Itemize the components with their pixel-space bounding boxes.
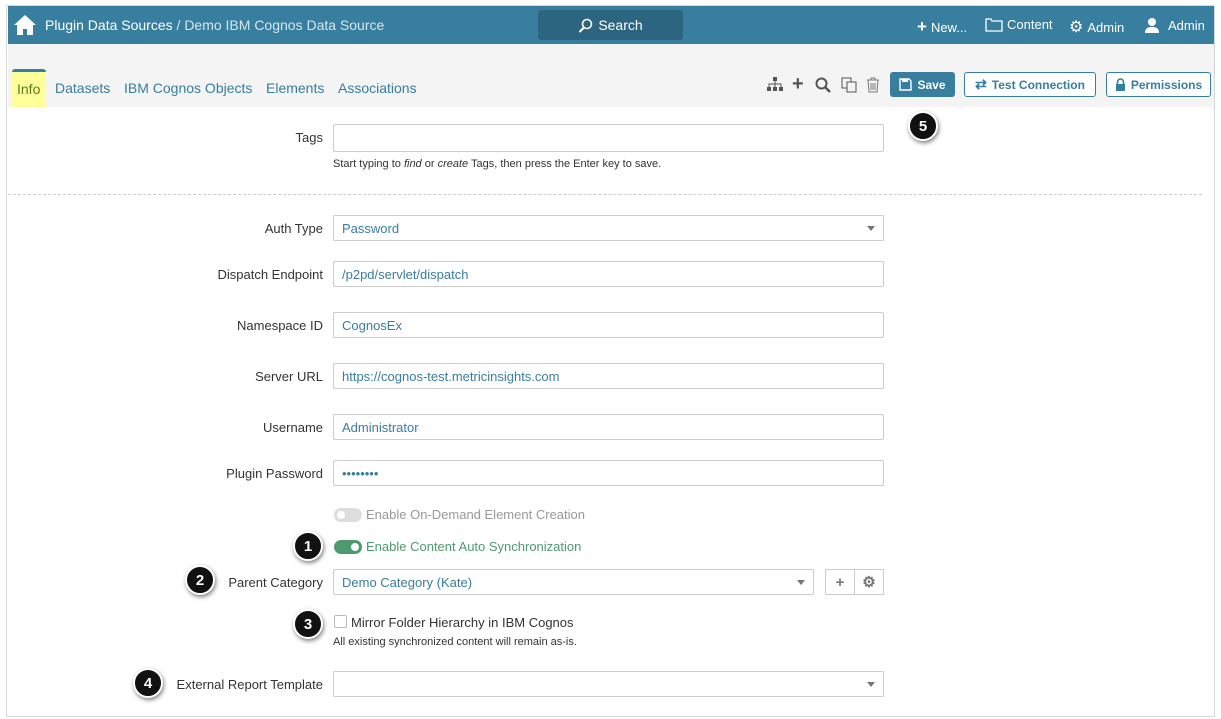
search-icon[interactable] [815, 77, 831, 98]
plus-icon: + [917, 17, 927, 36]
tab-info[interactable]: Info [12, 69, 46, 107]
namespace-id-input[interactable]: CognosEx [333, 312, 884, 338]
test-connection-button[interactable]: ⇄ Test Connection [964, 72, 1096, 97]
test-connection-label: Test Connection [991, 77, 1085, 92]
search-icon [579, 18, 593, 33]
callout-badge-4: 4 [133, 668, 163, 698]
plugin-password-label: Plugin Password [226, 466, 323, 481]
content-label: Content [1007, 17, 1053, 32]
tags-input[interactable] [333, 124, 884, 152]
server-url-label: Server URL [255, 369, 323, 384]
auto-sync-label: Enable Content Auto Synchronization [366, 539, 582, 554]
callout-badge-5: 5 [908, 111, 938, 141]
user-menu[interactable]: Admin [1144, 17, 1205, 33]
username-input[interactable]: Administrator [333, 414, 884, 440]
lock-icon [1115, 78, 1125, 91]
save-button[interactable]: Save [890, 72, 955, 97]
add-category-button[interactable]: + [825, 569, 855, 595]
tab-associations[interactable]: Associations [338, 80, 417, 96]
parent-category-value: Demo Category (Kate) [342, 575, 473, 590]
permissions-label: Permissions [1130, 77, 1203, 92]
tags-help: Start typing to find or create Tags, the… [333, 158, 662, 170]
content-button[interactable]: Content [985, 17, 1053, 32]
callout-badge-1: 1 [293, 531, 323, 561]
search-label: Search [598, 17, 643, 33]
folder-icon [985, 18, 1003, 32]
auth-type-value: Password [342, 221, 400, 236]
window-frame [6, 5, 1215, 717]
breadcrumb: Plugin Data Sources / Demo IBM Cognos Da… [45, 17, 384, 33]
hierarchy-icon[interactable] [767, 77, 783, 96]
mirror-folder-help: All existing synchronized content will r… [333, 636, 577, 648]
username-label: Username [263, 420, 323, 435]
mirror-folder-checkbox[interactable] [334, 615, 347, 628]
add-icon[interactable]: + [792, 73, 804, 96]
mirror-folder-label: Mirror Folder Hierarchy in IBM Cognos [351, 615, 574, 630]
permissions-button[interactable]: Permissions [1106, 72, 1211, 97]
on-demand-label: Enable On-Demand Element Creation [366, 507, 585, 522]
on-demand-toggle[interactable] [334, 508, 362, 522]
admin-button[interactable]: ⚙ Admin [1069, 17, 1124, 37]
auto-sync-toggle[interactable] [334, 540, 362, 554]
plus-icon: + [835, 573, 845, 591]
swap-arrows-icon: ⇄ [975, 76, 987, 92]
new-button[interactable]: + New... [917, 17, 967, 37]
auth-type-select[interactable]: Password [333, 215, 884, 241]
chevron-down-icon [867, 226, 875, 231]
tab-ibm-cognos-objects[interactable]: IBM Cognos Objects [124, 80, 252, 96]
dispatch-endpoint-label: Dispatch Endpoint [217, 267, 323, 282]
callout-badge-2: 2 [185, 565, 215, 595]
trash-icon[interactable] [866, 77, 880, 98]
search-button[interactable]: Search [538, 10, 683, 40]
breadcrumb-separator: / [172, 17, 185, 33]
plugin-password-input[interactable]: •••••••• [333, 460, 884, 486]
tab-elements[interactable]: Elements [266, 80, 324, 96]
gear-icon: ⚙ [862, 574, 876, 591]
external-report-template-label: External Report Template [176, 677, 323, 692]
server-url-input[interactable]: https://cognos-test.metricinsights.com [333, 363, 884, 389]
chevron-down-icon [867, 682, 875, 687]
breadcrumb-root[interactable]: Plugin Data Sources [45, 17, 173, 33]
auth-type-label: Auth Type [264, 221, 323, 236]
save-icon [899, 78, 913, 91]
home-icon[interactable] [13, 14, 37, 39]
parent-category-label: Parent Category [228, 575, 323, 590]
tab-datasets[interactable]: Datasets [55, 80, 110, 96]
tags-label: Tags [295, 130, 323, 145]
new-label: New... [930, 19, 968, 35]
user-label: Admin [1168, 17, 1205, 33]
copy-icon[interactable] [841, 77, 857, 98]
gear-icon: ⚙ [1069, 19, 1084, 36]
category-settings-button[interactable]: ⚙ [854, 569, 884, 595]
user-icon [1145, 18, 1159, 33]
dispatch-endpoint-input[interactable]: /p2pd/servlet/dispatch [333, 261, 884, 287]
namespace-id-label: Namespace ID [237, 318, 323, 333]
callout-badge-3: 3 [293, 609, 323, 639]
save-label: Save [917, 77, 946, 92]
parent-category-select[interactable]: Demo Category (Kate) [333, 569, 814, 595]
external-report-template-select[interactable] [333, 671, 884, 697]
chevron-down-icon [797, 580, 805, 585]
top-header: Plugin Data Sources / Demo IBM Cognos Da… [8, 6, 1214, 44]
breadcrumb-current: Demo IBM Cognos Data Source [184, 17, 385, 33]
section-divider [8, 194, 1202, 195]
admin-label: Admin [1087, 19, 1125, 35]
